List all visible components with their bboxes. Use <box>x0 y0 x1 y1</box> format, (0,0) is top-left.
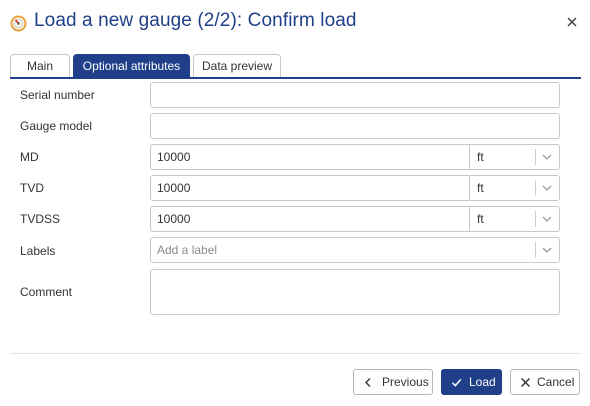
labels-label: Labels <box>20 244 56 258</box>
tvd-unit-separator <box>535 180 536 196</box>
chevron-down-icon[interactable] <box>541 213 553 225</box>
load-gauge-dialog: Load a new gauge (2/2): Confirm load Mai… <box>0 0 590 406</box>
gauge-model-input[interactable] <box>150 113 560 139</box>
tvdss-label: TVDSS <box>20 212 61 226</box>
md-unit-select[interactable]: ft <box>477 145 484 169</box>
load-button-label: Load <box>469 375 496 389</box>
tab-bar: Main Optional attributes Data preview <box>10 54 581 78</box>
footer-divider <box>10 353 581 354</box>
tvdss-field: ft <box>150 206 560 232</box>
chevron-down-icon[interactable] <box>541 182 553 194</box>
cancel-button-label: Cancel <box>537 375 575 389</box>
chevron-left-icon <box>365 378 371 387</box>
serial-number-input[interactable] <box>150 82 560 108</box>
tvdss-input[interactable] <box>151 207 469 231</box>
md-label: MD <box>20 150 39 164</box>
md-unit-separator <box>535 149 536 165</box>
chevron-down-icon[interactable] <box>541 244 553 256</box>
md-field: ft <box>150 144 560 170</box>
previous-button-label: Previous <box>382 375 429 389</box>
load-button[interactable]: Load <box>441 369 502 395</box>
dialog-header: Load a new gauge (2/2): Confirm load <box>0 0 590 48</box>
gauge-model-label: Gauge model <box>20 119 93 133</box>
tvd-unit-select[interactable]: ft <box>477 176 484 200</box>
tab-optional-attributes[interactable]: Optional attributes <box>73 54 190 78</box>
md-divider <box>469 145 470 169</box>
labels-placeholder: Add a label <box>157 243 218 257</box>
previous-button[interactable]: Previous <box>353 369 433 395</box>
close-icon <box>521 378 530 387</box>
tvd-divider <box>469 176 470 200</box>
gauge-icon <box>10 15 27 32</box>
check-icon <box>451 378 462 387</box>
labels-separator <box>535 242 536 258</box>
chevron-down-icon[interactable] <box>541 151 553 163</box>
comment-label: Comment <box>20 285 73 299</box>
close-icon[interactable] <box>563 13 581 31</box>
dialog-title: Load a new gauge (2/2): Confirm load <box>34 10 357 31</box>
tab-data-preview[interactable]: Data preview <box>193 54 281 78</box>
tvd-label: TVD <box>20 181 44 195</box>
tab-underline <box>10 77 581 79</box>
tvdss-divider <box>469 207 470 231</box>
tvdss-unit-select[interactable]: ft <box>477 207 484 231</box>
tvd-field: ft <box>150 175 560 201</box>
tvdss-unit-separator <box>535 211 536 227</box>
comment-textarea[interactable] <box>150 269 560 315</box>
md-input[interactable] <box>151 145 469 169</box>
tab-main[interactable]: Main <box>10 54 70 78</box>
serial-number-label: Serial number <box>20 88 95 102</box>
cancel-button[interactable]: Cancel <box>510 369 580 395</box>
tvd-input[interactable] <box>151 176 469 200</box>
labels-select[interactable]: Add a label <box>150 237 560 263</box>
